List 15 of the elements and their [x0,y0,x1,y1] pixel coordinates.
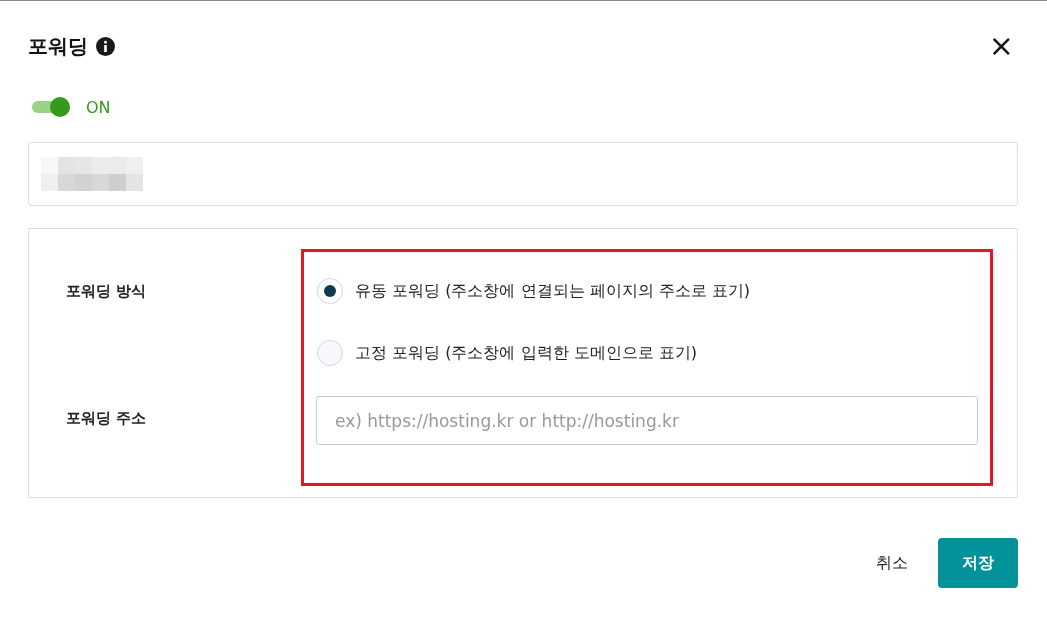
field-label: 포워딩 방식 [66,281,148,302]
info-icon[interactable] [96,36,115,56]
cancel-button[interactable]: 취소 [860,538,924,588]
address-field[interactable]: ex) https://hosting.kr or http://hosting.kr [316,396,978,445]
input-field[interactable] [28,142,1018,206]
close-button[interactable]: × [984,31,1018,61]
radio-button[interactable] [317,340,343,366]
radio-button[interactable] [317,278,343,304]
dialog-title: 포워딩 [28,32,88,60]
field-label: 포워딩 주소 [66,408,148,429]
radio-option[interactable]: 유동 포워딩 (주소창에 연결되는 페이지의 주소로 표기) [317,278,750,304]
save-button[interactable]: 저장 [938,538,1018,588]
toggle-label: ON [86,97,111,117]
toggle-switch[interactable] [32,96,70,118]
radio-option[interactable]: 고정 포워딩 (주소창에 입력한 도메인으로 표기) [317,340,750,366]
